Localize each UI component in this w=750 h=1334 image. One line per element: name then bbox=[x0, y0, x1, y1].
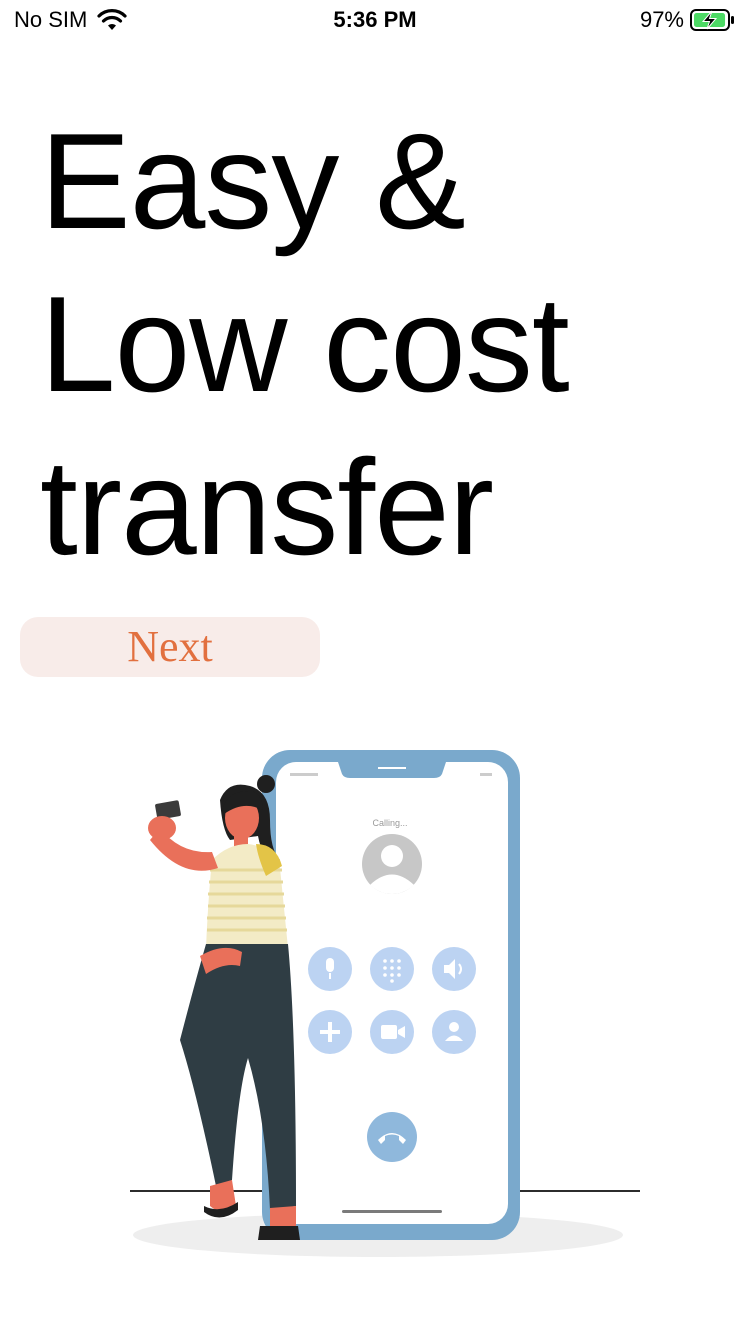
status-time: 5:36 PM bbox=[333, 7, 417, 32]
battery-percent: 97% bbox=[639, 7, 684, 32]
headline-line-1: Easy & bbox=[40, 105, 466, 257]
phone-notch bbox=[338, 762, 446, 778]
calling-text: Calling... bbox=[372, 818, 407, 828]
headline: Easy & Low cost transfer bbox=[40, 100, 720, 589]
status-right: 97% bbox=[640, 7, 736, 33]
end-call-button-icon bbox=[367, 1112, 417, 1162]
status-bar: No SIM 5:36 PM 97% bbox=[0, 0, 750, 40]
battery-charging-icon bbox=[690, 9, 734, 31]
headline-line-2: Low cost bbox=[40, 268, 570, 420]
onboarding-illustration: Calling... bbox=[130, 750, 640, 1257]
home-indicator bbox=[342, 1210, 442, 1213]
headline-line-3: transfer bbox=[40, 431, 494, 583]
next-button[interactable]: Next bbox=[20, 617, 320, 677]
